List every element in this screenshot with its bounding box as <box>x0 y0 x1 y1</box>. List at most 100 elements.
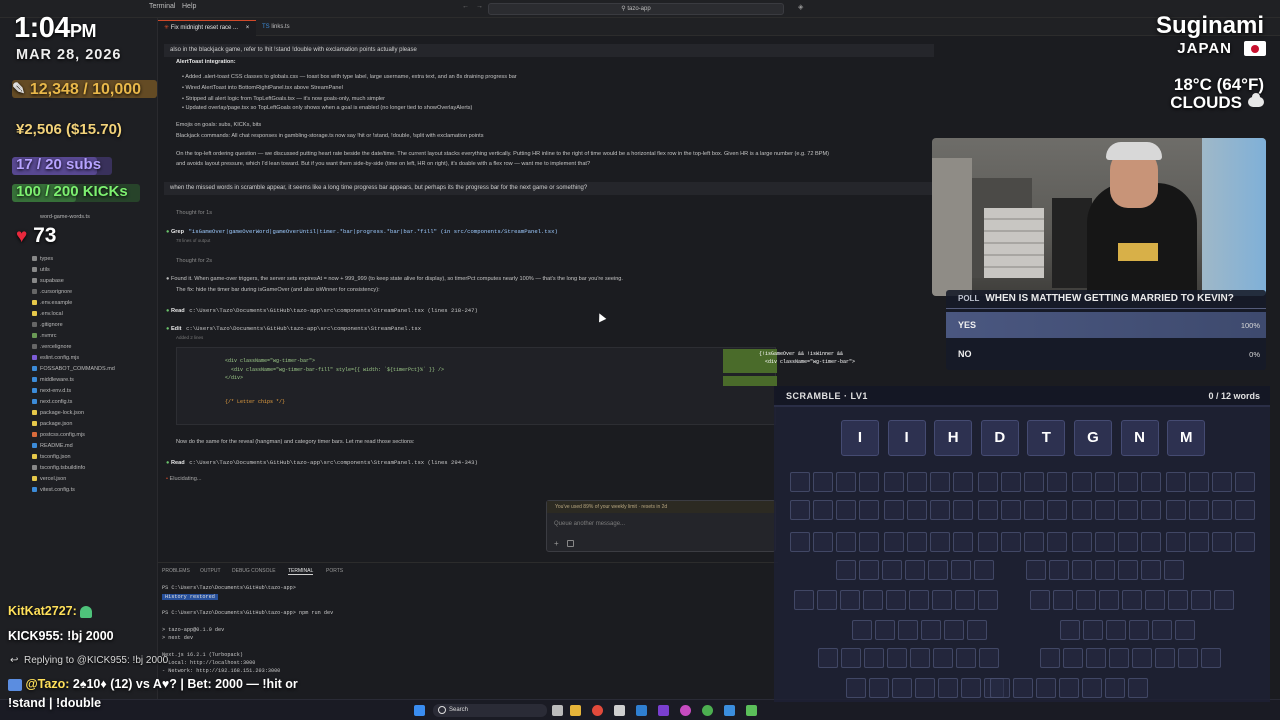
bits-goal: ✎ 12,348 / 10,000 <box>12 79 141 107</box>
file-item[interactable]: word-game-words.ts <box>40 214 90 220</box>
chrome-icon[interactable] <box>702 705 713 716</box>
chat-username: KitKat2727: <box>8 604 77 618</box>
file-item[interactable]: supabase <box>32 278 64 284</box>
tab-debug-console[interactable]: DEBUG CONSOLE <box>232 568 276 574</box>
close-icon[interactable]: × <box>246 25 250 31</box>
attach-icon[interactable] <box>567 540 574 547</box>
tab-links-label: links.ts <box>271 24 290 30</box>
tab-ports[interactable]: PORTS <box>326 568 343 574</box>
file-item[interactable]: types <box>32 256 53 262</box>
file-item[interactable]: .env.example <box>32 300 72 306</box>
file-item[interactable]: package.json <box>32 421 72 427</box>
letter-slot <box>1072 500 1092 520</box>
code-line: {!isGameOver && !isWinner && <box>759 351 844 357</box>
user-message: when the missed words in scramble appear… <box>164 182 934 195</box>
file-item[interactable]: next-env.d.ts <box>32 388 71 394</box>
letter-slot <box>892 678 912 698</box>
file-item[interactable]: postcss.config.mjs <box>32 432 85 438</box>
file-icon <box>32 465 37 471</box>
back-arrow-icon[interactable]: ← <box>462 3 469 10</box>
menu-terminal[interactable]: Terminal <box>149 3 175 10</box>
app-icon[interactable] <box>658 705 669 716</box>
letter-slot <box>1235 532 1255 552</box>
thought-toggle[interactable]: Thought for 2s <box>176 258 212 264</box>
claude-icon: ✳ <box>164 25 171 31</box>
file-item[interactable]: .vercelignore <box>32 344 72 350</box>
letter-slot <box>905 560 925 580</box>
file-item[interactable]: tsconfig.json <box>32 454 71 460</box>
location-country: JAPAN <box>1177 40 1232 57</box>
thought-toggle[interactable]: Thought for 1s <box>176 210 212 216</box>
message-composer: You've used 89% of your weekly limit · r… <box>546 500 776 552</box>
letter-slot <box>1118 500 1138 520</box>
letter-slot <box>836 560 856 580</box>
clock-time: 1:04PM <box>14 12 97 45</box>
file-item[interactable]: middleware.ts <box>32 377 74 383</box>
letter-slot <box>841 648 861 668</box>
file-item[interactable]: vercel.json <box>32 476 66 482</box>
emote-icon <box>80 605 93 618</box>
letter-slot <box>990 678 1010 698</box>
browser-icon[interactable] <box>592 705 603 716</box>
file-item[interactable]: .env.local <box>32 311 63 317</box>
letter-slot <box>956 648 976 668</box>
file-item[interactable]: tsconfig.tsbuildinfo <box>32 465 85 471</box>
answer-line: ● Found it. When game-over triggers, the… <box>166 276 623 282</box>
menu-help[interactable]: Help <box>182 3 196 10</box>
chat-reply-context: ↩ Replying to @KICK955: !bj 2000 <box>10 655 168 666</box>
poll-option-no: NO 0% <box>946 341 1266 367</box>
tab-links[interactable]: TS links.ts <box>256 20 306 36</box>
letter-slot <box>1132 648 1152 668</box>
file-item[interactable]: package-lock.json <box>32 410 84 416</box>
file-item[interactable]: utils <box>32 267 50 273</box>
add-icon[interactable]: + <box>554 539 559 548</box>
file-item[interactable]: .cursorignore <box>32 289 72 295</box>
windows-start-icon[interactable] <box>414 705 425 716</box>
file-item[interactable]: README.md <box>32 443 73 449</box>
bullet-item: • Updated overlay/page.tsx so TopLeftGoa… <box>182 105 473 111</box>
copilot-icon[interactable]: ◈ <box>798 3 803 11</box>
forward-arrow-icon[interactable]: → <box>476 3 483 10</box>
taskbar: Search <box>0 699 1280 720</box>
app-icon[interactable] <box>680 705 691 716</box>
tab-output[interactable]: OUTPUT <box>200 568 221 574</box>
letter-slot <box>836 472 856 492</box>
app-icon[interactable] <box>614 705 625 716</box>
tab-problems[interactable]: PROBLEMS <box>162 568 190 574</box>
file-item[interactable]: eslint.config.mjs <box>32 355 79 361</box>
scramble-word-count: 0 / 12 words <box>1208 391 1260 401</box>
file-item[interactable]: FOSSABOT_COMMANDS.md <box>32 366 115 372</box>
divider <box>946 308 1266 309</box>
weather-condition: CLOUDS <box>1170 93 1242 112</box>
letter-slot <box>907 500 927 520</box>
letter-slot <box>955 590 975 610</box>
file-item[interactable]: vitest.config.ts <box>32 487 75 493</box>
file-item[interactable]: next.config.ts <box>32 399 72 405</box>
vscode-icon[interactable] <box>636 705 647 716</box>
message-input[interactable]: Queue another message... <box>554 521 625 527</box>
letter-slot <box>978 590 998 610</box>
command-search[interactable]: ⚲ tazo-app <box>488 3 784 15</box>
app-icon[interactable] <box>746 705 757 716</box>
file-icon <box>32 421 37 427</box>
letter-slot <box>974 560 994 580</box>
taskbar-search[interactable]: Search <box>433 704 547 717</box>
chat-username: KICK955: <box>8 629 64 643</box>
letter-slot <box>1145 590 1165 610</box>
file-item[interactable]: .gitignore <box>32 322 63 328</box>
letter-slot <box>1095 532 1115 552</box>
tool-args: c:\Users\Tazo\Documents\GitHub\tazo-app\… <box>189 459 478 466</box>
section-heading: AlertToast integration: <box>176 59 236 65</box>
file-explorer-icon[interactable] <box>570 705 581 716</box>
file-icon <box>32 454 37 460</box>
letter-slot <box>907 472 927 492</box>
letter-slot <box>1166 532 1186 552</box>
task-view-icon[interactable] <box>552 705 563 716</box>
letter-slot <box>1053 590 1073 610</box>
tab-terminal[interactable]: TERMINAL <box>288 568 314 575</box>
letter-slot <box>1095 472 1115 492</box>
file-item[interactable]: .nvmrc <box>32 333 57 339</box>
tab-chat[interactable]: ✳ Fix midnight reset race ... × <box>158 20 256 36</box>
app-icon[interactable] <box>724 705 735 716</box>
poll-option-label: NO <box>958 349 972 359</box>
